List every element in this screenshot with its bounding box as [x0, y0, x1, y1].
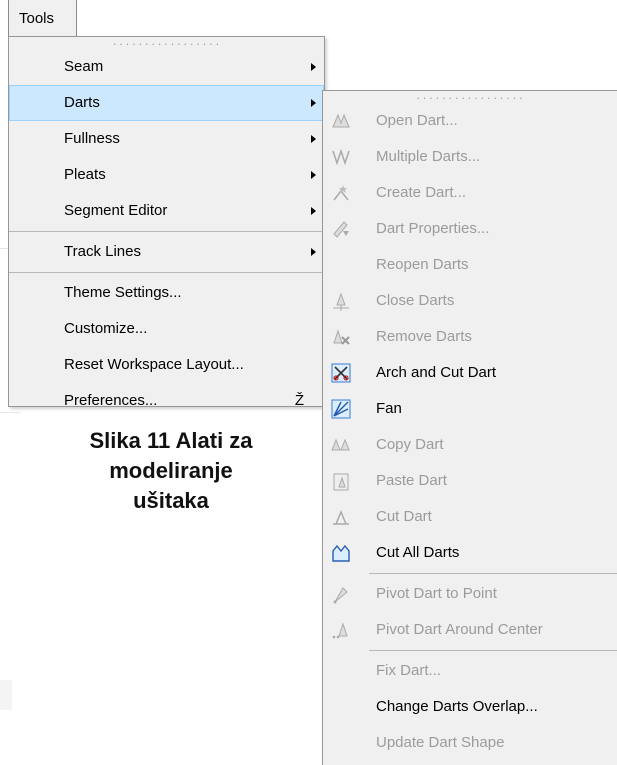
menu-item-label: Open Dart...: [376, 112, 458, 129]
pivot-dart-point-icon: [333, 587, 348, 604]
background-divider: [0, 680, 12, 710]
menu-separator: [369, 650, 617, 651]
menu-item-label: Theme Settings...: [64, 284, 182, 301]
menu-item-paste-dart[interactable]: Paste Dart: [323, 463, 617, 499]
menu-item-pivot-dart-point[interactable]: Pivot Dart to Point: [323, 576, 617, 612]
menu-item-pivot-dart-center[interactable]: Pivot Dart Around Center: [323, 612, 617, 648]
open-dart-icon: [332, 113, 350, 128]
submenu-arrow-icon: [311, 135, 316, 143]
menu-item-label: Fix Dart...: [376, 662, 442, 679]
menu-item-theme-settings[interactable]: Theme Settings...: [9, 275, 324, 311]
caption-line: modeliranje: [109, 458, 233, 483]
menu-item-label: Pivot Dart to Point: [376, 585, 497, 602]
menu-item-copy-dart[interactable]: Copy Dart: [323, 427, 617, 463]
pivot-dart-center-icon: [332, 622, 348, 639]
remove-darts-icon: [333, 329, 350, 345]
menu-tools-label: Tools: [19, 10, 55, 27]
menu-item-remove-darts[interactable]: Remove Darts: [323, 319, 617, 355]
submenu-arrow-icon: [311, 99, 316, 107]
menu-item-change-darts-overlap[interactable]: Change Darts Overlap...: [323, 689, 617, 725]
background-divider: [0, 248, 8, 249]
multiple-darts-icon: [332, 148, 350, 166]
figure-caption: Slika 11 Alati za modeliranje ušitaka: [56, 426, 286, 516]
menu-item-arch-cut-dart[interactable]: Arch and Cut Dart: [323, 355, 617, 391]
menu-item-label: Preferences...: [64, 392, 158, 409]
menu-item-cut-all-darts[interactable]: Cut All Darts: [323, 535, 617, 571]
menu-separator: [9, 272, 324, 273]
dart-properties-icon: [333, 221, 349, 238]
menu-item-fan[interactable]: Fan: [323, 391, 617, 427]
menu-item-seam[interactable]: Seam: [9, 49, 324, 85]
menu-item-cut-dart[interactable]: Cut Dart: [323, 499, 617, 535]
copy-dart-icon: [331, 438, 350, 451]
menu-item-label: Seam: [64, 58, 104, 75]
menu-item-label: Pivot Dart Around Center: [376, 621, 543, 638]
submenu-arrow-icon: [311, 171, 316, 179]
menu-item-label: Dart Properties...: [376, 220, 490, 237]
menu-item-label: Paste Dart: [376, 472, 447, 489]
menu-item-create-dart[interactable]: Create Dart...: [323, 175, 617, 211]
submenu-arrow-icon: [311, 63, 316, 71]
menu-separator: [9, 231, 324, 232]
menu-item-label: Update Dart Shape: [376, 734, 505, 751]
cut-dart-icon: [333, 510, 349, 525]
tools-menu: ................. Seam Darts Fullness Pl…: [8, 36, 325, 409]
menu-item-label: Close Darts: [376, 292, 455, 309]
menu-item-pleats[interactable]: Pleats: [9, 157, 324, 193]
menu-item-preferences[interactable]: Preferences... Ž: [9, 383, 324, 419]
menu-item-label: Darts: [64, 94, 100, 111]
menu-item-dart-properties[interactable]: Dart Properties...: [323, 211, 617, 247]
menu-item-multiple-darts[interactable]: Multiple Darts...: [323, 139, 617, 175]
menu-item-track-lines[interactable]: Track Lines: [9, 234, 324, 270]
submenu-arrow-icon: [311, 248, 316, 256]
menu-item-shortcut: Ž: [294, 392, 304, 409]
menu-item-label: Fan: [376, 400, 402, 417]
menu-item-label: Arch and Cut Dart: [376, 364, 497, 381]
menu-tools[interactable]: Tools: [8, 0, 77, 36]
menu-item-close-darts[interactable]: Close Darts: [323, 283, 617, 319]
menu-item-fix-dart[interactable]: Fix Dart...: [323, 653, 617, 689]
menu-item-segment-editor[interactable]: Segment Editor: [9, 193, 324, 229]
menu-item-label: Track Lines: [64, 243, 141, 260]
close-darts-icon: [333, 292, 349, 311]
menu-separator: [369, 573, 617, 574]
menu-item-label: Create Dart...: [376, 184, 467, 201]
menu-item-label: Reopen Darts: [376, 256, 469, 273]
menu-grip[interactable]: .................: [9, 37, 324, 49]
darts-submenu: ................. Open Dart... Multiple …: [322, 90, 617, 765]
menu-item-label: Remove Darts: [376, 328, 472, 345]
menu-item-darts[interactable]: Darts: [9, 85, 324, 121]
caption-line: ušitaka: [133, 488, 209, 513]
menu-item-open-dart[interactable]: Open Dart...: [323, 103, 617, 139]
menu-item-label: Change Darts Overlap...: [376, 698, 538, 715]
menu-item-label: Cut Dart: [376, 508, 432, 525]
menu-item-label: Multiple Darts...: [376, 148, 481, 165]
menu-item-reset-workspace-layout[interactable]: Reset Workspace Layout...: [9, 347, 324, 383]
menu-grip[interactable]: .................: [323, 91, 617, 103]
menu-item-label: Pleats: [64, 166, 106, 183]
menu-item-label: Reset Workspace Layout...: [64, 356, 244, 373]
menu-item-customize[interactable]: Customize...: [9, 311, 324, 347]
menu-item-update-dart-shape[interactable]: Update Dart Shape: [323, 725, 617, 761]
menu-item-label: Copy Dart: [376, 436, 444, 453]
menu-item-label: Cut All Darts: [376, 544, 460, 561]
caption-line: Slika 11 Alati za: [89, 428, 253, 453]
arch-cut-dart-icon: [331, 363, 351, 383]
fan-icon: [331, 399, 351, 419]
menu-item-label: Segment Editor: [64, 202, 168, 219]
menu-item-reopen-darts[interactable]: Reopen Darts: [323, 247, 617, 283]
menu-item-label: Fullness: [64, 130, 120, 147]
submenu-arrow-icon: [311, 207, 316, 215]
paste-dart-icon: [333, 473, 349, 491]
cut-all-darts-icon: [332, 544, 350, 562]
menu-item-label: Customize...: [64, 320, 148, 337]
menu-item-fullness[interactable]: Fullness: [9, 121, 324, 157]
create-dart-icon: [333, 185, 349, 201]
